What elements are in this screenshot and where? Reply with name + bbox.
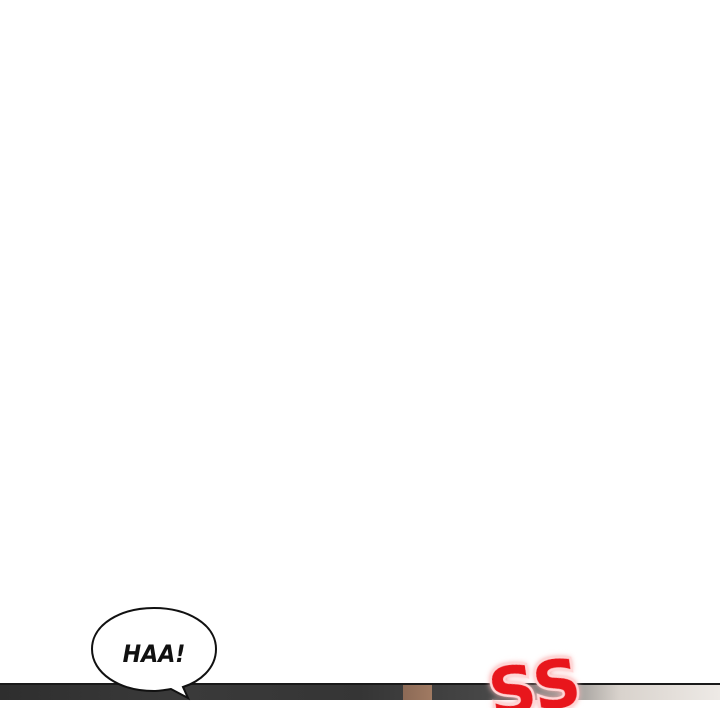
sound-effect-text: SS bbox=[484, 644, 586, 708]
speech-bubble-text: HAA! bbox=[122, 640, 186, 668]
sound-effect: SS bbox=[481, 641, 588, 708]
speech-bubble: HAA! bbox=[90, 606, 218, 701]
